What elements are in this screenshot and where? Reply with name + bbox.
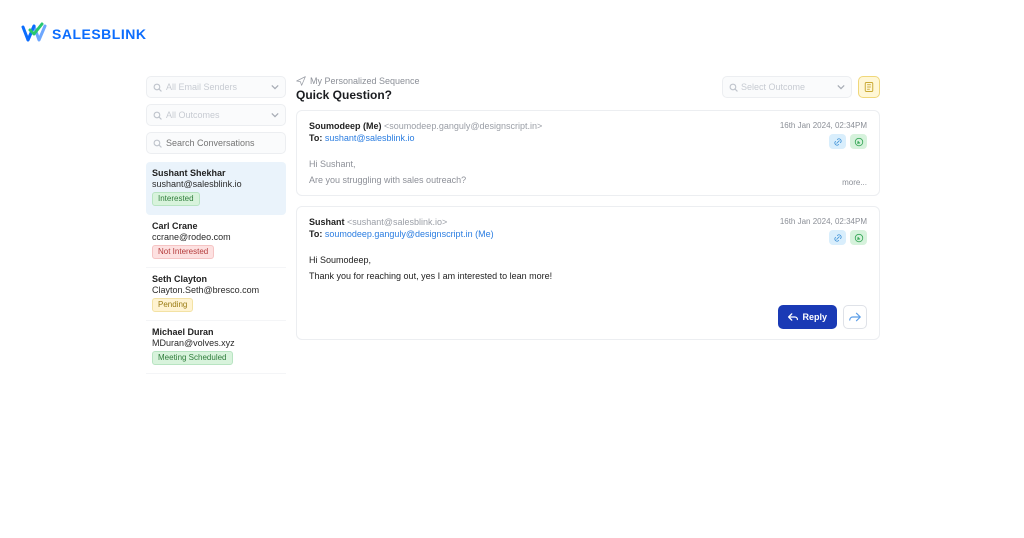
whatsapp-button[interactable]	[850, 230, 867, 245]
chevron-down-icon	[837, 83, 845, 91]
filter-outcomes-dropdown[interactable]: All Outcomes	[146, 104, 286, 126]
forward-button[interactable]	[843, 305, 867, 329]
message-body-preview: Hi Sushant, Are you struggling with sale…	[309, 159, 867, 185]
contact-item[interactable]: Sushant Shekhar sushant@salesblink.io In…	[146, 162, 286, 215]
contact-email: ccrane@rodeo.com	[152, 232, 280, 242]
filter-senders-dropdown[interactable]: All Email Senders	[146, 76, 286, 98]
expand-message-button[interactable]: more...	[842, 178, 867, 187]
brand-logo: SALESBLINK	[20, 22, 146, 46]
contact-name: Carl Crane	[152, 221, 280, 231]
status-badge: Meeting Scheduled	[152, 351, 233, 365]
breadcrumb-label: My Personalized Sequence	[310, 76, 420, 86]
note-icon	[863, 81, 875, 93]
inbox-sidebar: All Email Senders All Outcomes Sushant S…	[146, 76, 286, 426]
search-icon	[729, 83, 738, 92]
forward-icon	[849, 311, 861, 323]
copy-link-button[interactable]	[829, 230, 846, 245]
select-outcome-placeholder: Select Outcome	[741, 82, 805, 92]
message-to: To: sushant@salesblink.io	[309, 133, 542, 143]
reply-icon	[788, 312, 798, 322]
status-badge: Not Interested	[152, 245, 214, 259]
contact-email: MDuran@volves.xyz	[152, 338, 280, 348]
message-timestamp: 16th Jan 2024, 02:34PM	[780, 121, 867, 130]
message-card: Sushant <sushant@salesblink.io> To: soum…	[296, 206, 880, 340]
search-conversations-field[interactable]	[166, 138, 279, 148]
to-email-link[interactable]: sushant@salesblink.io	[325, 133, 415, 143]
link-icon	[833, 233, 843, 243]
message-from: Sushant <sushant@salesblink.io>	[309, 217, 494, 227]
link-icon	[833, 137, 843, 147]
conversation-panel: My Personalized Sequence Quick Question?…	[296, 76, 880, 426]
whatsapp-button[interactable]	[850, 134, 867, 149]
filter-senders-placeholder: All Email Senders	[166, 82, 237, 92]
send-icon	[296, 76, 306, 86]
notes-button[interactable]	[858, 76, 880, 98]
contact-item[interactable]: Michael Duran MDuran@volves.xyz Meeting …	[146, 321, 286, 374]
contact-list: Sushant Shekhar sushant@salesblink.io In…	[146, 162, 286, 374]
chevron-down-icon	[271, 83, 279, 91]
status-badge: Interested	[152, 192, 200, 206]
contact-item[interactable]: Seth Clayton Clayton.Seth@bresco.com Pen…	[146, 268, 286, 321]
breadcrumb: My Personalized Sequence	[296, 76, 420, 86]
contact-name: Michael Duran	[152, 327, 280, 337]
contact-item[interactable]: Carl Crane ccrane@rodeo.com Not Interest…	[146, 215, 286, 268]
copy-link-button[interactable]	[829, 134, 846, 149]
search-icon	[153, 111, 162, 120]
select-outcome-dropdown[interactable]: Select Outcome	[722, 76, 852, 98]
contact-name: Seth Clayton	[152, 274, 280, 284]
contact-email: Clayton.Seth@bresco.com	[152, 285, 280, 295]
brand-mark-icon	[20, 22, 48, 46]
contact-name: Sushant Shekhar	[152, 168, 280, 178]
reply-label: Reply	[802, 312, 827, 322]
reply-button[interactable]: Reply	[778, 305, 837, 329]
conversation-subject: Quick Question?	[296, 88, 420, 102]
message-from: Soumodeep (Me) <soumodeep.ganguly@design…	[309, 121, 542, 131]
status-badge: Pending	[152, 298, 193, 312]
message-card[interactable]: Soumodeep (Me) <soumodeep.ganguly@design…	[296, 110, 880, 196]
search-conversations-input[interactable]	[146, 132, 286, 154]
search-icon	[153, 83, 162, 92]
message-timestamp: 16th Jan 2024, 02:34PM	[780, 217, 867, 226]
contact-email: sushant@salesblink.io	[152, 179, 280, 189]
whatsapp-icon	[854, 137, 864, 147]
chevron-down-icon	[271, 111, 279, 119]
message-body: Hi Soumodeep, Thank you for reaching out…	[309, 255, 867, 281]
search-icon	[153, 139, 162, 148]
to-email-link[interactable]: soumodeep.ganguly@designscript.in	[325, 229, 473, 239]
message-to: To: soumodeep.ganguly@designscript.in (M…	[309, 229, 494, 239]
brand-name: SALESBLINK	[52, 26, 146, 42]
filter-outcomes-placeholder: All Outcomes	[166, 110, 220, 120]
whatsapp-icon	[854, 233, 864, 243]
